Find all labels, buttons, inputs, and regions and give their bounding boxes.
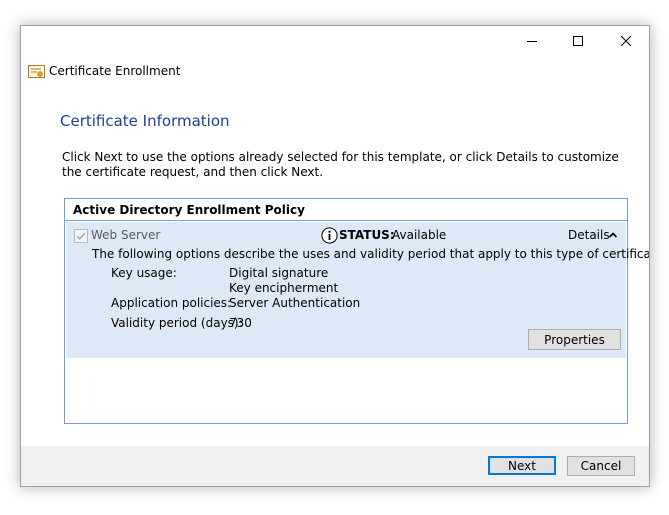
- close-button[interactable]: [603, 26, 649, 56]
- dialog-footer: Next Cancel: [21, 446, 649, 486]
- application-policies-label: Application policies:: [111, 296, 232, 310]
- key-usage-value: Digital signature: [229, 266, 329, 280]
- minimize-button[interactable]: [509, 26, 555, 56]
- key-usage-value: Key encipherment: [229, 281, 339, 295]
- close-icon: [621, 36, 631, 46]
- status-value: Available: [392, 228, 447, 242]
- maximize-button[interactable]: [555, 26, 601, 56]
- status-label: STATUS:: [339, 228, 395, 242]
- page-heading: Certificate Information: [60, 112, 230, 130]
- window-title: Certificate Enrollment: [49, 64, 181, 78]
- key-usage-label: Key usage:: [111, 266, 177, 280]
- validity-period-value: 730: [229, 316, 252, 330]
- cancel-button[interactable]: Cancel: [567, 456, 635, 476]
- policy-header: Active Directory Enrollment Policy: [73, 203, 305, 217]
- enrollment-policy-box: Active Directory Enrollment Policy Web S…: [64, 198, 649, 424]
- instructions-text: Click Next to use the options already se…: [62, 150, 619, 179]
- policy-divider: [65, 220, 627, 221]
- validity-period-label: Validity period (days):: [111, 316, 243, 330]
- chevron-up-icon[interactable]: [608, 230, 618, 240]
- certificate-enrollment-window: Certificate Enrollment Certificate Infor…: [20, 25, 650, 487]
- certificate-template-entry: Web Server STATUS: Available Details The…: [66, 222, 649, 358]
- certificate-icon: [28, 65, 45, 78]
- maximize-icon: [573, 36, 583, 46]
- template-description: The following options describe the uses …: [92, 247, 650, 261]
- template-name: Web Server: [91, 228, 161, 242]
- next-button[interactable]: Next: [488, 456, 556, 475]
- minimize-icon: [527, 41, 537, 42]
- checkmark-icon: [76, 232, 86, 240]
- info-icon: [321, 227, 338, 244]
- properties-button[interactable]: Properties: [528, 329, 621, 350]
- details-link[interactable]: Details: [568, 228, 610, 242]
- application-policies-value: Server Authentication: [229, 296, 361, 310]
- web-server-checkbox[interactable]: [74, 229, 88, 243]
